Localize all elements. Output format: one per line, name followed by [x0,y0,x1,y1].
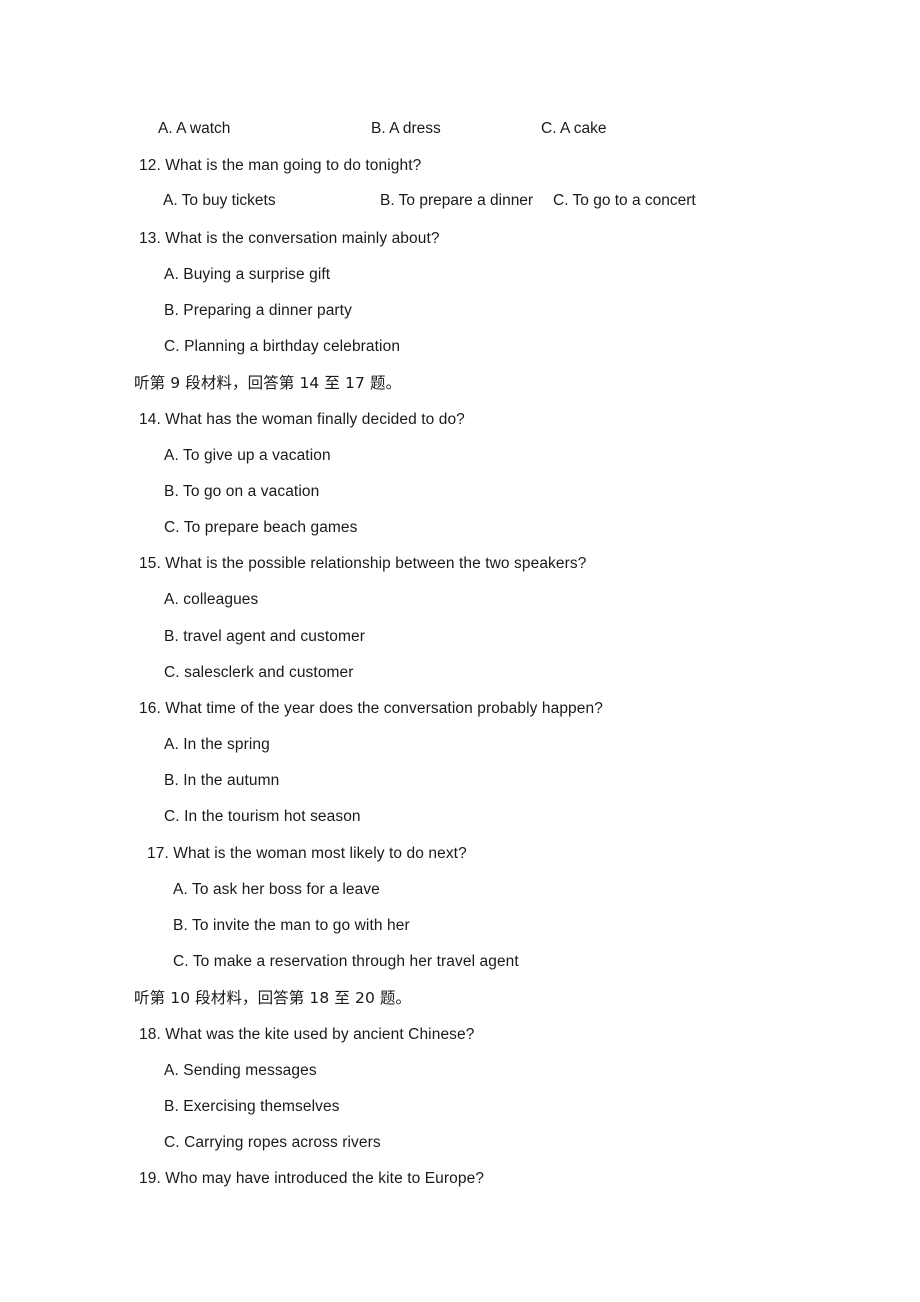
answer-option[interactable]: C. To go to a concert [553,192,696,210]
section-header: 听第 9 段材料，回答第 14 至 17 题。 [134,374,402,392]
answer-option[interactable]: B. travel agent and customer [164,627,365,647]
answer-option[interactable]: B. In the autumn [164,771,279,791]
answer-option[interactable]: B. Preparing a dinner party [164,301,352,321]
question-stem: 14. What has the woman finally decided t… [139,411,465,428]
answer-option[interactable]: A. A watch [158,120,230,138]
answer-option[interactable]: C. Carrying ropes across rivers [164,1133,381,1153]
answer-option[interactable]: A. Buying a surprise gift [164,265,330,285]
answer-option[interactable]: C. In the tourism hot season [164,807,361,827]
answer-option[interactable]: A. To buy tickets [163,192,276,210]
answer-option[interactable]: A. Sending messages [164,1061,317,1081]
answer-option[interactable]: A. To give up a vacation [164,446,331,466]
answer-option[interactable]: C. To make a reservation through her tra… [173,952,519,972]
answer-option[interactable]: B. A dress [371,120,441,138]
answer-option[interactable]: C. A cake [541,120,606,138]
question-stem: 17. What is the woman most likely to do … [147,845,467,862]
answer-option[interactable]: B. To invite the man to go with her [173,916,410,936]
question-stem: 18. What was the kite used by ancient Ch… [139,1026,475,1043]
answer-option[interactable]: A. In the spring [164,735,270,755]
document-page: A. A watch B. A dress C. A cake 12. What is… [0,0,920,1302]
answer-option[interactable]: B. To go on a vacation [164,482,319,502]
option-row: A. A watch B. A dress C. A cake [0,120,920,140]
question-stem: 15. What is the possible relationship be… [139,555,587,572]
answer-option[interactable]: B. Exercising themselves [164,1097,340,1117]
section-header: 听第 10 段材料，回答第 18 至 20 题。 [134,989,412,1007]
answer-option[interactable]: C. Planning a birthday celebration [164,337,400,357]
answer-option[interactable]: A. colleagues [164,590,258,610]
answer-option[interactable]: C. To prepare beach games [164,518,358,538]
question-stem: 12. What is the man going to do tonight? [139,157,422,174]
option-row: A. To buy tickets B. To prepare a dinner C… [0,192,920,212]
answer-option[interactable]: A. To ask her boss for a leave [173,880,380,900]
answer-option[interactable]: B. To prepare a dinner [380,192,533,210]
answer-option[interactable]: C. salesclerk and customer [164,663,354,683]
question-stem: 19. Who may have introduced the kite to … [139,1170,485,1187]
question-stem: 13. What is the conversation mainly abou… [139,230,440,247]
question-stem: 16. What time of the year does the conve… [139,700,603,717]
